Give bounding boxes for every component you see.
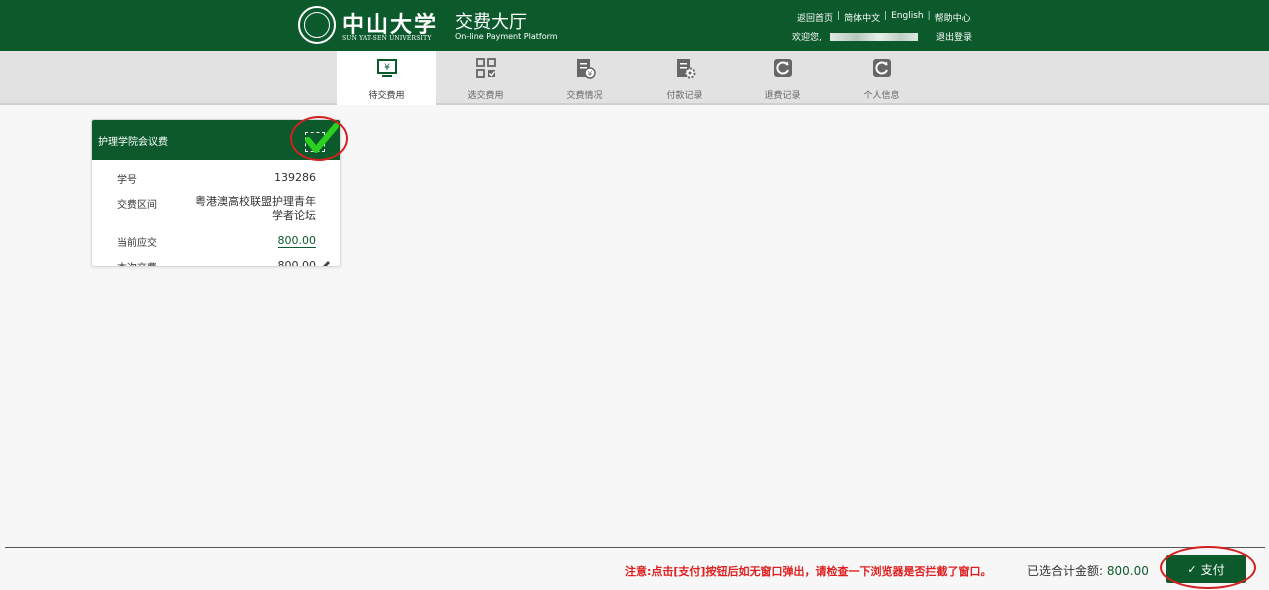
monitor-yen-icon: ¥ [376,59,397,77]
tab-label: 待交费用 [368,91,405,101]
platform-title: 交费大厅 [455,12,527,33]
student-id-value: 139286 [274,171,316,184]
refresh-icon [773,59,792,77]
period-value-line2: 学者论坛 [272,209,316,222]
svg-text:¥: ¥ [384,63,390,73]
tab-refund-records[interactable]: 退费记录 [733,51,832,105]
english-link[interactable]: English [891,11,924,24]
footer-divider [5,547,1265,548]
highlight-circle-pay [1160,546,1256,589]
selected-total-label: 已选合计金额: [1027,564,1104,578]
refresh-icon [872,59,891,77]
highlight-circle [290,116,348,161]
tab-payment-status[interactable]: ¥ 交费情况 [535,51,634,105]
this-payment-label: 本次交费 [117,259,157,266]
fee-card-title: 护理学院会议费 [98,136,168,148]
tab-label: 选交费用 [467,91,504,101]
document-gear-icon [676,59,695,79]
popup-notice: 注意:点击[支付]按钮后如无窗口弹出，请检查一下浏览器是否拦截了窗口。 [625,565,992,578]
home-link[interactable]: 返回首页 [797,11,833,24]
amount-due-label: 当前应交 [117,238,157,249]
simplified-chinese-link[interactable]: 简体中文 [844,11,880,24]
document-yen-icon: ¥ [576,59,596,79]
period-label: 交费区间 [117,200,157,211]
help-center-link[interactable]: 帮助中心 [935,11,971,24]
selected-total: 已选合计金额: 800.00 [1027,562,1149,579]
welcome-user: 欢迎您, [792,30,918,43]
tab-label: 退费记录 [764,91,801,101]
redacted-username [829,32,918,41]
tab-label: 个人信息 [863,91,900,101]
student-id-label: 学号 [117,175,137,186]
top-header: 中山大学 SUN YAT-SEN UNIVERSITY 交费大厅 On-line… [0,0,1269,51]
this-payment-value: 800.00 [277,259,317,267]
tab-select-fees[interactable]: 选交费用 [436,51,535,105]
period-value: 粤港澳高校联盟护理青年 学者论坛 [195,195,316,223]
tab-pending-fees[interactable]: ¥ 待交费用 [337,51,436,105]
platform-subtitle: On-line Payment Platform [455,32,558,41]
tab-label: 付款记录 [666,91,703,101]
selected-total-value: 800.00 [1106,564,1149,578]
period-value-line1: 粤港澳高校联盟护理青年 [195,195,316,208]
logout-link[interactable]: 退出登录 [936,30,972,43]
university-seal-logo [298,6,336,44]
top-links: 返回首页 | 简体中文 | English | 帮助中心 [797,11,971,24]
welcome-label: 欢迎您, [792,33,822,43]
edit-pencil-icon[interactable] [320,260,331,267]
main-nav: ¥ 待交费用 选交费用 ¥ 交费情况 付款记录 退费记录 个人信息 [0,51,1269,105]
tab-label: 交费情况 [566,91,603,101]
grid-check-icon [475,58,496,78]
tab-payment-records[interactable]: 付款记录 [635,51,734,105]
amount-due-value: 800.00 [277,234,316,248]
university-name-en: SUN YAT-SEN UNIVERSITY [342,35,432,42]
svg-text:¥: ¥ [587,70,592,78]
tab-personal-info[interactable]: 个人信息 [832,51,931,105]
